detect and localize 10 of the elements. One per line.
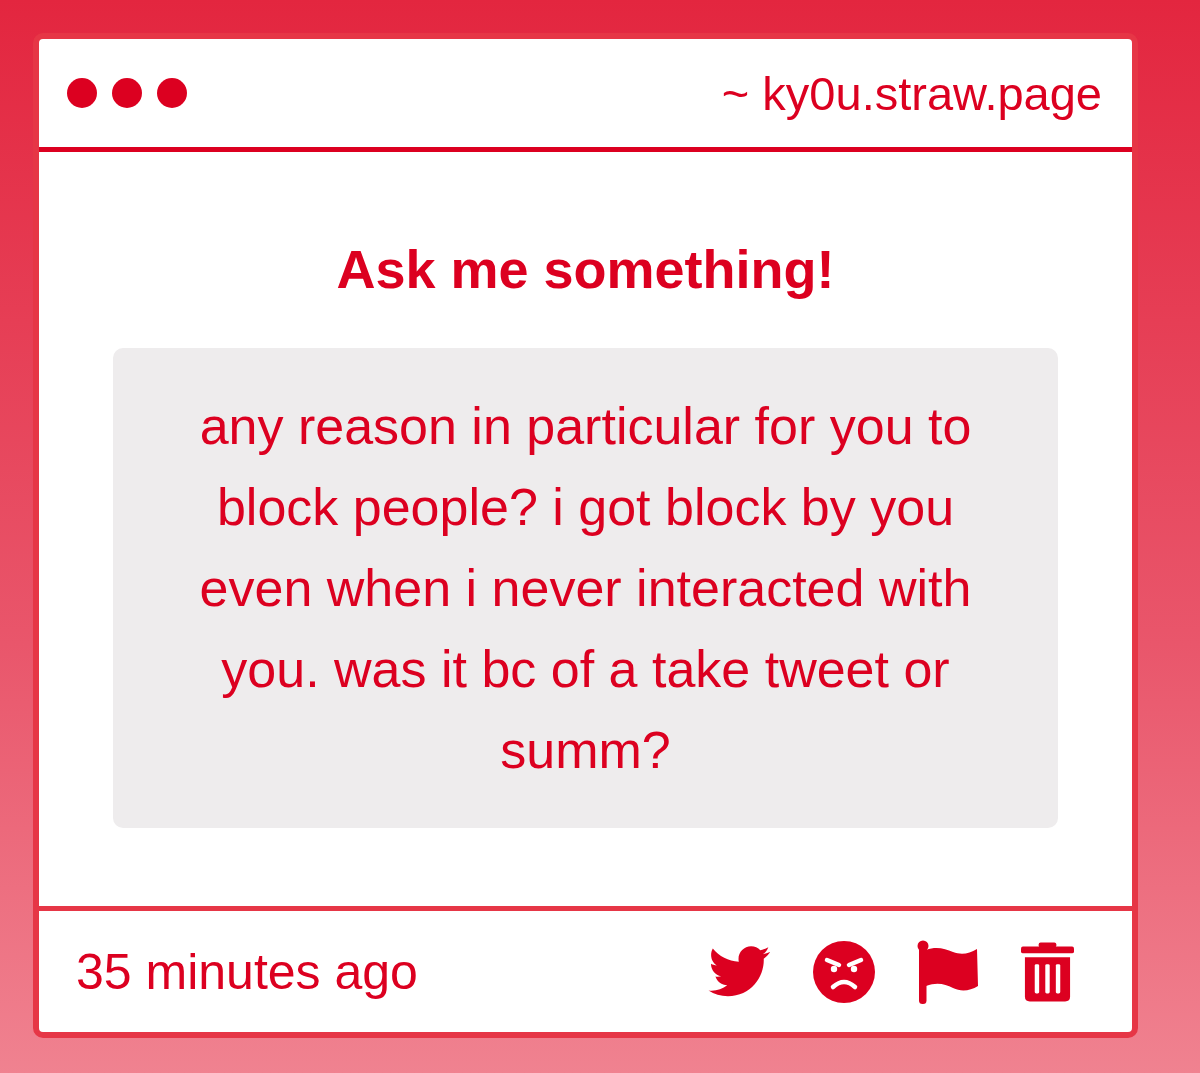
page-title: Ask me something! — [336, 238, 835, 300]
flag-icon[interactable] — [917, 939, 979, 1004]
dot-icon — [67, 78, 97, 108]
question-text: any reason in particular for you to block people? i got block by you even when i never interacted with you. was it bc of a take tweet or summ? — [198, 395, 973, 781]
timestamp: 35 minutes ago — [76, 942, 418, 1001]
site-address: ~ ky0u.straw.page — [721, 65, 1102, 121]
angry-face-icon[interactable] — [813, 940, 875, 1003]
dot-icon — [157, 78, 187, 108]
trash-icon[interactable] — [1021, 941, 1074, 1002]
dot-icon — [112, 78, 142, 108]
